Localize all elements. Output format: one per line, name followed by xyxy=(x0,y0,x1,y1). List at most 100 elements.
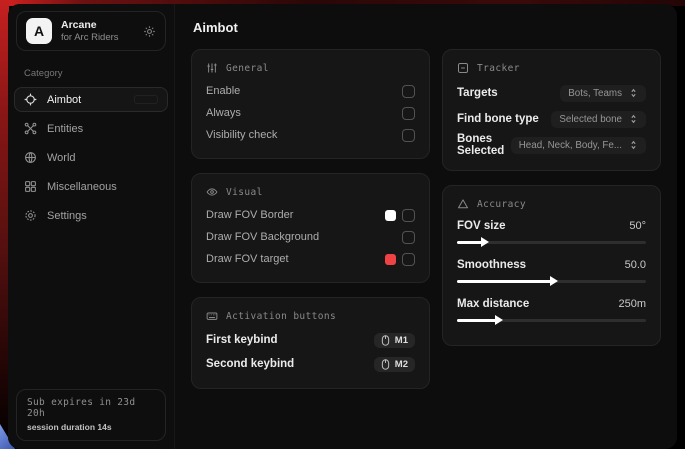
setting-row-find-bone-type: Find bone type Selected bone xyxy=(457,106,646,132)
first-keybind-button[interactable]: M1 xyxy=(374,333,415,348)
card-title: General xyxy=(226,63,269,74)
gear-icon[interactable] xyxy=(143,25,156,38)
second-keybind-button[interactable]: M2 xyxy=(374,357,415,372)
enable-checkbox[interactable] xyxy=(402,85,415,98)
subscription-card: Sub expires in 23d 20h session duration … xyxy=(16,389,166,441)
app-window: A Arcane for Arc Riders Category xyxy=(8,4,677,449)
sidebar-item-world[interactable]: World xyxy=(14,145,168,170)
crosshair-icon xyxy=(24,93,37,106)
slider-thumb[interactable] xyxy=(495,315,503,325)
card-title: Visual xyxy=(226,187,263,198)
app-logo-card: A Arcane for Arc Riders xyxy=(16,11,166,51)
fov-target-checkbox[interactable] xyxy=(402,253,415,266)
setting-label: Second keybind xyxy=(206,358,294,370)
smoothness-slider-group: Smoothness 50.0 xyxy=(457,255,646,283)
app-logo-letter: A xyxy=(34,23,44,39)
sub-expires-text: Sub expires in 23d 20h xyxy=(27,397,155,419)
mouse-icon xyxy=(381,359,390,370)
slider-value: 250m xyxy=(618,298,646,310)
setting-label: Enable xyxy=(206,85,240,97)
grid-icon xyxy=(24,180,37,193)
setting-row-fov-background: Draw FOV Background xyxy=(206,226,415,248)
app-subtitle: for Arc Riders xyxy=(61,32,119,43)
card-title: Activation buttons xyxy=(226,311,336,322)
sidebar-item-label: Entities xyxy=(47,123,83,135)
visual-card: Visual Draw FOV Border Draw FOV Backgrou… xyxy=(191,173,430,283)
slider-label: Smoothness xyxy=(457,259,526,271)
session-duration-text: session duration 14s xyxy=(27,422,155,432)
triangle-icon xyxy=(457,198,469,210)
setting-label: Draw FOV Background xyxy=(206,231,319,243)
accuracy-card: Accuracy FOV size 50° xyxy=(442,185,661,346)
tracker-card: Tracker Targets Bots, Teams xyxy=(442,49,661,171)
setting-row-bones-selected: Bones Selected Head, Neck, Body, Fe... xyxy=(457,132,646,158)
slider-value: 50.0 xyxy=(625,259,646,271)
main-panel: Aimbot General Enable xyxy=(175,4,677,449)
sidebar-item-label: World xyxy=(47,152,76,164)
slider-thumb[interactable] xyxy=(550,276,558,286)
setting-label: Bones Selected xyxy=(457,133,511,157)
fov-background-checkbox[interactable] xyxy=(402,231,415,244)
sidebar-item-settings[interactable]: Settings xyxy=(14,203,168,228)
entities-icon xyxy=(24,122,37,135)
setting-row-fov-border: Draw FOV Border xyxy=(206,204,415,226)
keybind-value: M2 xyxy=(395,359,408,370)
sidebar-item-label: Miscellaneous xyxy=(47,181,117,193)
dropdown-value: Head, Neck, Body, Fe... xyxy=(519,140,622,151)
sidebar-nav: Aimbot Entities xyxy=(14,87,168,228)
keyboard-icon xyxy=(206,310,218,322)
find-bone-type-dropdown[interactable]: Selected bone xyxy=(551,111,646,128)
app-logo: A xyxy=(26,18,52,44)
setting-label: Always xyxy=(206,107,241,119)
slider-label: FOV size xyxy=(457,220,506,232)
unfold-icon xyxy=(629,140,638,150)
card-title: Tracker xyxy=(477,63,520,74)
setting-row-fov-target: Draw FOV target xyxy=(206,248,415,270)
mouse-icon xyxy=(381,335,390,346)
slider-value: 50° xyxy=(629,220,646,232)
setting-row-always: Always xyxy=(206,102,415,124)
setting-row-visibility-check: Visibility check xyxy=(206,124,415,146)
color-swatch-white[interactable] xyxy=(385,210,396,221)
sidebar-item-entities[interactable]: Entities xyxy=(14,116,168,141)
sidebar-item-label: Aimbot xyxy=(47,94,81,106)
setting-label: Targets xyxy=(457,87,498,99)
sidebar-item-aimbot[interactable]: Aimbot xyxy=(14,87,168,112)
always-checkbox[interactable] xyxy=(402,107,415,120)
sidebar: A Arcane for Arc Riders Category xyxy=(8,4,175,449)
setting-label: Draw FOV Border xyxy=(206,209,293,221)
general-card: General Enable Always Visibility check xyxy=(191,49,430,159)
eye-icon xyxy=(206,186,218,198)
fov-size-slider[interactable] xyxy=(457,241,646,244)
max-distance-slider[interactable] xyxy=(457,319,646,322)
fov-border-checkbox[interactable] xyxy=(402,209,415,222)
setting-label: Draw FOV target xyxy=(206,253,289,265)
dropdown-value: Bots, Teams xyxy=(568,88,622,99)
color-swatch-red[interactable] xyxy=(385,254,396,265)
fov-size-slider-group: FOV size 50° xyxy=(457,216,646,244)
setting-label: First keybind xyxy=(206,334,278,346)
page-title: Aimbot xyxy=(193,20,661,35)
smoothness-slider[interactable] xyxy=(457,280,646,283)
globe-icon xyxy=(24,151,37,164)
settings-gear-icon xyxy=(24,209,37,222)
sidebar-item-label: Settings xyxy=(47,210,87,222)
bones-selected-dropdown[interactable]: Head, Neck, Body, Fe... xyxy=(511,137,646,154)
setting-row-second-keybind: Second keybind M2 xyxy=(206,352,415,376)
app-name: Arcane xyxy=(61,19,119,31)
unfold-icon xyxy=(629,88,638,98)
keybind-value: M1 xyxy=(395,335,408,346)
unfold-icon xyxy=(629,114,638,124)
activation-card: Activation buttons First keybind M1 xyxy=(191,297,430,389)
visibility-check-checkbox[interactable] xyxy=(402,129,415,142)
sidebar-item-miscellaneous[interactable]: Miscellaneous xyxy=(14,174,168,199)
setting-row-targets: Targets Bots, Teams xyxy=(457,80,646,106)
setting-label: Visibility check xyxy=(206,129,277,141)
dropdown-value: Selected bone xyxy=(559,114,622,125)
setting-label: Find bone type xyxy=(457,113,539,125)
sliders-icon xyxy=(206,62,218,74)
max-distance-slider-group: Max distance 250m xyxy=(457,294,646,322)
category-label: Category xyxy=(24,68,158,79)
targets-dropdown[interactable]: Bots, Teams xyxy=(560,85,646,102)
slider-thumb[interactable] xyxy=(481,237,489,247)
